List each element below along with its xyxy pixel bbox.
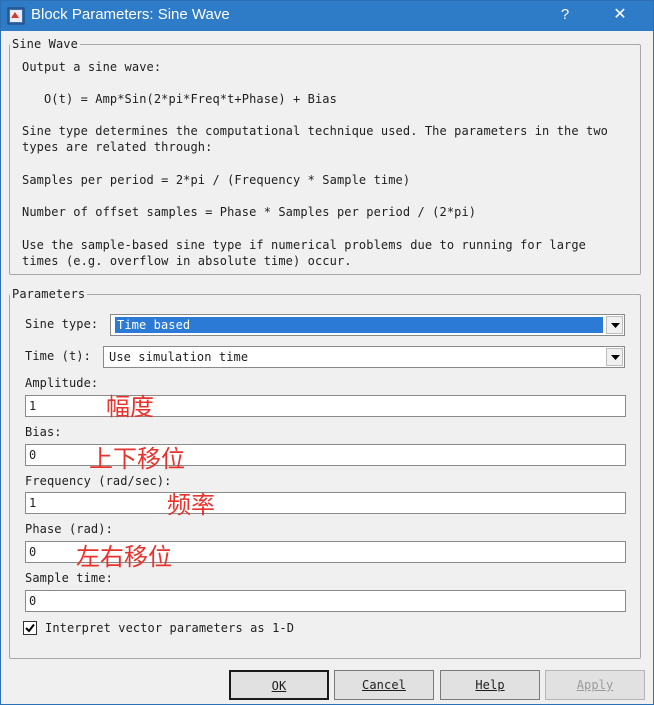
parameters-group-title: Parameters (12, 287, 86, 301)
description-line: types are related through: (22, 140, 213, 154)
phase-value: 0 (29, 545, 37, 559)
description-line: Sine type determines the computational t… (22, 124, 608, 138)
frequency-label: Frequency (rad/sec): (25, 474, 172, 488)
interpret-vector-checkbox[interactable] (23, 621, 37, 635)
title-bar[interactable]: Block Parameters: Sine Wave ? ✕ (1, 1, 653, 31)
sine-type-value: Time based (115, 317, 603, 333)
simulink-block-icon (7, 7, 25, 25)
sample-time-field[interactable]: 0 (25, 590, 626, 612)
bias-annotation: 上下移位 (89, 445, 185, 473)
frequency-annotation: 频率 (167, 491, 215, 519)
apply-button-label: Apply (576, 678, 614, 692)
sample-time-label: Sample time: (25, 571, 113, 585)
sine-type-label: Sine type: (25, 317, 99, 331)
ok-button[interactable]: OK (229, 670, 329, 700)
frequency-value: 1 (29, 496, 37, 510)
description-group-title: Sine Wave (12, 37, 78, 51)
phase-annotation: 左右移位 (76, 543, 172, 571)
amplitude-annotation: 幅度 (106, 393, 154, 421)
chevron-down-icon[interactable] (606, 316, 623, 334)
help-button-label: Help (475, 678, 505, 692)
chevron-down-icon[interactable] (606, 348, 623, 366)
ok-button-label: OK (271, 679, 287, 693)
time-label: Time (t): (25, 349, 91, 363)
phase-label: Phase (rad): (25, 522, 113, 536)
apply-button: Apply (545, 670, 645, 700)
frequency-field[interactable]: 1 (25, 492, 626, 514)
cancel-button-label: Cancel (362, 678, 406, 692)
amplitude-value: 1 (29, 399, 37, 413)
description-line: Output a sine wave: (22, 60, 162, 74)
close-icon[interactable]: ✕ (605, 4, 635, 28)
checkmark-icon (25, 623, 35, 633)
sample-time-value: 0 (29, 594, 37, 608)
help-icon[interactable]: ? (553, 4, 577, 28)
amplitude-label: Amplitude: (25, 376, 99, 390)
description-line: O(t) = Amp*Sin(2*pi*Freq*t+Phase) + Bias (22, 92, 337, 106)
help-button[interactable]: Help (440, 670, 540, 700)
bias-value: 0 (29, 448, 37, 462)
description-line: Use the sample-based sine type if numeri… (22, 238, 586, 252)
window-title: Block Parameters: Sine Wave (31, 6, 230, 23)
description-line: Samples per period = 2*pi / (Frequency *… (22, 173, 411, 187)
time-value: Use simulation time (109, 350, 249, 364)
bias-label: Bias: (25, 425, 62, 439)
block-parameters-dialog: Block Parameters: Sine Wave ? ✕ Sine Wav… (0, 0, 654, 705)
description-line: Number of offset samples = Phase * Sampl… (22, 205, 477, 219)
sine-type-select[interactable]: Time based (110, 314, 625, 336)
description-line: times (e.g. overflow in absolute time) o… (22, 254, 352, 268)
interpret-vector-label: Interpret vector parameters as 1-D (45, 621, 295, 635)
time-select[interactable]: Use simulation time (103, 346, 625, 368)
cancel-button[interactable]: Cancel (334, 670, 434, 700)
